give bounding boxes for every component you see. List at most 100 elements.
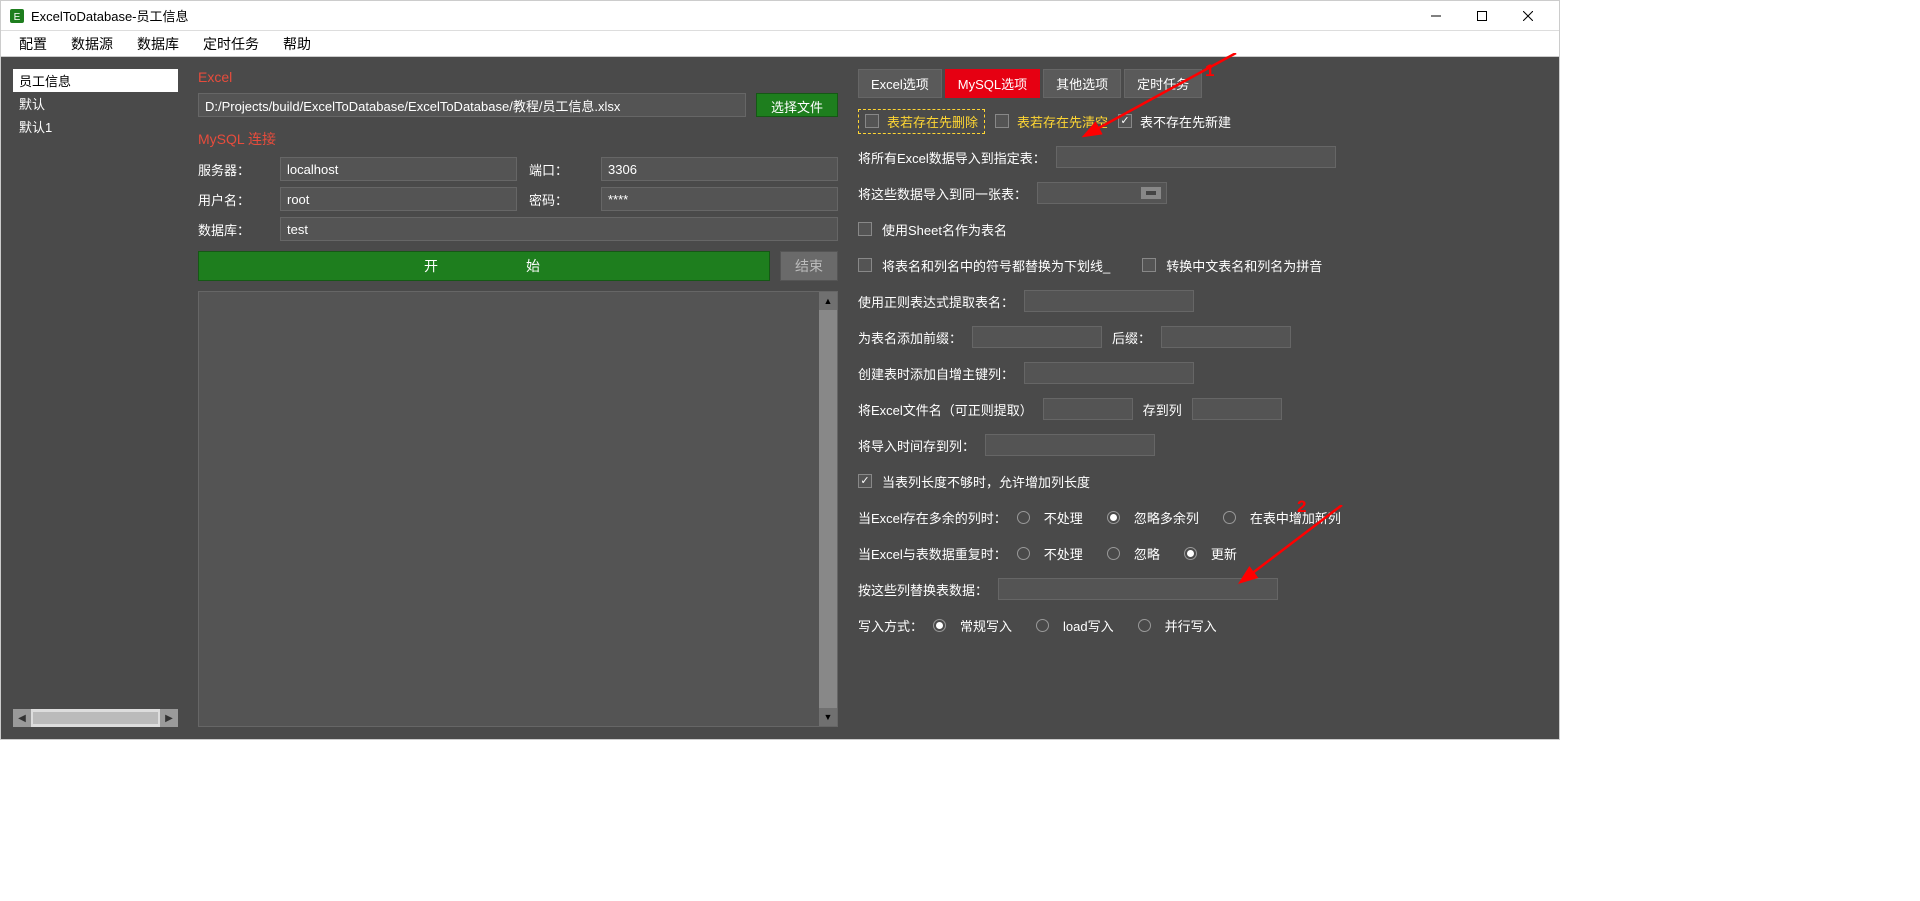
scroll-up-icon[interactable]: ▲: [819, 292, 837, 310]
maximize-button[interactable]: [1459, 1, 1505, 31]
radio-write-parallel-label: 并行写入: [1165, 616, 1217, 635]
menu-config[interactable]: 配置: [9, 32, 57, 56]
radio-write-load-label: load写入: [1063, 616, 1114, 635]
end-button[interactable]: 结束: [780, 251, 838, 281]
cb-replace-symbols[interactable]: [858, 258, 872, 272]
filename-col-input[interactable]: [1192, 398, 1282, 420]
regex-tablename-label: 使用正则表达式提取表名：: [858, 292, 1014, 311]
start-button[interactable]: 开 始: [198, 251, 770, 281]
cb-convert-pinyin-label: 转换中文表名和列名为拼音: [1166, 256, 1322, 275]
svg-text:E: E: [14, 12, 21, 23]
radio-dup-noop[interactable]: [1017, 547, 1030, 560]
tab-mysql-options[interactable]: MySQL选项: [945, 69, 1040, 98]
radio-extra-noop[interactable]: [1017, 511, 1030, 524]
table-suffix-input[interactable]: [1161, 326, 1291, 348]
replace-by-cols-label: 按这些列替换表数据：: [858, 580, 988, 599]
db-input[interactable]: [280, 217, 838, 241]
radio-write-load[interactable]: [1036, 619, 1049, 632]
sidebar-item-1[interactable]: 默认: [13, 92, 178, 115]
port-label: 端口：: [529, 160, 589, 179]
tab-other-options[interactable]: 其他选项: [1043, 69, 1121, 98]
import-time-col-input[interactable]: [985, 434, 1155, 456]
menu-datasource[interactable]: 数据源: [61, 32, 123, 56]
options-panel: Excel选项 MySQL选项 其他选项 定时任务 表若存在先删除 表若存在先清…: [858, 69, 1547, 727]
radio-extra-ignore-label: 忽略多余列: [1134, 508, 1199, 527]
menu-schedule[interactable]: 定时任务: [193, 32, 269, 56]
radio-write-normal-label: 常规写入: [960, 616, 1012, 635]
sidebar-item-2[interactable]: 默认1: [13, 115, 178, 138]
radio-dup-noop-label: 不处理: [1044, 544, 1083, 563]
scroll-thumb[interactable]: [33, 712, 158, 724]
filename-regex-input[interactable]: [1043, 398, 1133, 420]
radio-extra-addcol-label: 在表中增加新列: [1250, 508, 1341, 527]
cb-truncate-if-exists[interactable]: [995, 114, 1009, 128]
sidebar-item-0[interactable]: 员工信息: [13, 69, 178, 92]
password-label: 密码：: [529, 190, 589, 209]
tab-excel-options[interactable]: Excel选项: [858, 69, 942, 98]
workspace: 1 2 员工信息 默认 默认1 ◀ ▶ Excel 选择文件 MySQL 连接: [1, 57, 1559, 739]
save-filename-label: 将Excel文件名（可正则提取）: [858, 400, 1033, 419]
cb-truncate-if-exists-label: 表若存在先清空: [1017, 112, 1108, 131]
table-prefix-label: 为表名添加前缀：: [858, 328, 962, 347]
user-input[interactable]: [280, 187, 517, 211]
cb-replace-symbols-label: 将表名和列名中的符号都替换为下划线_: [882, 256, 1110, 275]
regex-tablename-input[interactable]: [1024, 290, 1194, 312]
menu-help[interactable]: 帮助: [273, 32, 321, 56]
radio-dup-ignore-label: 忽略: [1134, 544, 1160, 563]
scroll-right-icon[interactable]: ▶: [160, 709, 178, 727]
radio-write-normal[interactable]: [933, 619, 946, 632]
server-input[interactable]: [280, 157, 517, 181]
port-input[interactable]: [601, 157, 838, 181]
table-prefix-input[interactable]: [972, 326, 1102, 348]
sidebar-list[interactable]: 员工信息 默认 默认1: [13, 69, 178, 709]
scroll-down-icon[interactable]: ▼: [819, 708, 837, 726]
scroll-track[interactable]: [819, 310, 837, 708]
radio-extra-addcol[interactable]: [1223, 511, 1236, 524]
radio-dup-update[interactable]: [1184, 547, 1197, 560]
minimize-button[interactable]: [1413, 1, 1459, 31]
log-area[interactable]: ▲ ▼: [198, 291, 838, 727]
app-icon: E: [9, 8, 25, 24]
window-title: ExcelToDatabase-员工信息: [31, 6, 1413, 25]
sidebar: 员工信息 默认 默认1 ◀ ▶: [13, 69, 178, 727]
import-same-combo[interactable]: [1037, 182, 1167, 204]
cb-convert-pinyin[interactable]: [1142, 258, 1156, 272]
choose-file-button[interactable]: 选择文件: [756, 93, 838, 117]
cb-use-sheet-name[interactable]: [858, 222, 872, 236]
radio-dup-ignore[interactable]: [1107, 547, 1120, 560]
cb-drop-if-exists[interactable]: [865, 114, 879, 128]
import-same-label: 将这些数据导入到同一张表：: [858, 184, 1027, 203]
cb-allow-extend-col-label: 当表列长度不够时，允许增加列长度: [882, 472, 1090, 491]
import-time-label: 将导入时间存到列：: [858, 436, 975, 455]
combo-dropdown-icon[interactable]: [1140, 186, 1162, 200]
password-input[interactable]: [601, 187, 838, 211]
radio-write-parallel[interactable]: [1138, 619, 1151, 632]
radio-extra-ignore[interactable]: [1107, 511, 1120, 524]
user-label: 用户名：: [198, 190, 268, 209]
save-to-col-label: 存到列: [1143, 400, 1182, 419]
auto-pk-input[interactable]: [1024, 362, 1194, 384]
cb-allow-extend-col[interactable]: [858, 474, 872, 488]
cb-create-if-not-exists[interactable]: [1118, 114, 1132, 128]
excel-section-label: Excel: [198, 69, 838, 85]
cb-drop-if-exists-label: 表若存在先删除: [887, 112, 978, 131]
import-all-table-input[interactable]: [1056, 146, 1336, 168]
replace-by-cols-input[interactable]: [998, 578, 1278, 600]
app-window: E ExcelToDatabase-员工信息 配置 数据源 数据库 定时任务 帮…: [0, 0, 1560, 740]
table-suffix-label: 后缀：: [1112, 328, 1151, 347]
titlebar: E ExcelToDatabase-员工信息: [1, 1, 1559, 31]
close-button[interactable]: [1505, 1, 1551, 31]
scroll-left-icon[interactable]: ◀: [13, 709, 31, 727]
tab-schedule[interactable]: 定时任务: [1124, 69, 1202, 98]
extra-cols-label: 当Excel存在多余的列时：: [858, 508, 1007, 527]
menubar: 配置 数据源 数据库 定时任务 帮助: [1, 31, 1559, 57]
sidebar-hscrollbar[interactable]: ◀ ▶: [13, 709, 178, 727]
menu-database[interactable]: 数据库: [127, 32, 189, 56]
log-vscrollbar[interactable]: ▲ ▼: [819, 292, 837, 726]
import-all-label: 将所有Excel数据导入到指定表：: [858, 148, 1046, 167]
auto-pk-label: 创建表时添加自增主键列：: [858, 364, 1014, 383]
center-panel: Excel 选择文件 MySQL 连接 服务器： 端口： 用户名： 密码： 数据…: [198, 69, 838, 727]
radio-extra-noop-label: 不处理: [1044, 508, 1083, 527]
excel-path-input[interactable]: [198, 93, 746, 117]
tabs: Excel选项 MySQL选项 其他选项 定时任务: [858, 69, 1547, 98]
